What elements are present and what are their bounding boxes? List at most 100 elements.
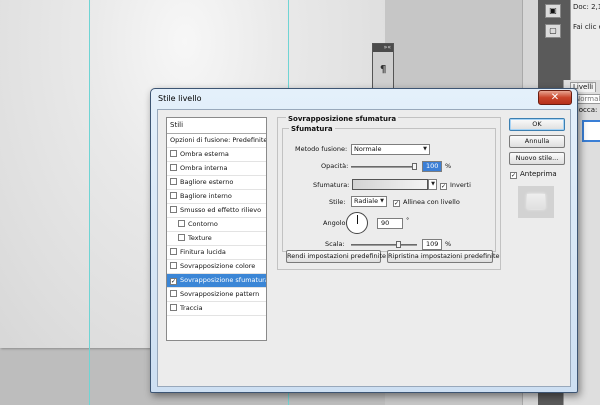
blend-mode-value: Normale (354, 145, 382, 153)
style-list-item-label: Ombra esterna (180, 150, 229, 158)
style-list-item[interactable]: Opzioni di fusione: Predefinite (167, 134, 266, 148)
opacity-unit: % (445, 162, 452, 170)
close-button[interactable]: ✕ (538, 90, 572, 105)
gradient-picker[interactable] (352, 179, 428, 190)
style-list-item[interactable]: Traccia (167, 302, 266, 316)
style-list-item[interactable]: Bagliore interno (167, 190, 266, 204)
style-list-item[interactable]: Ombra esterna (167, 148, 266, 162)
style-checkbox[interactable] (170, 206, 177, 213)
doc-size-text: Doc: 2,1 (573, 3, 600, 11)
guide-line-left[interactable] (89, 0, 90, 405)
preview-swatch (527, 194, 545, 209)
checkbox-box: ✓ (440, 183, 447, 190)
panel-toggle-icon-2[interactable]: ▢ (545, 24, 561, 38)
reset-default-button[interactable]: Ripristina impostazioni predefinite (387, 250, 500, 263)
style-checkbox[interactable] (170, 304, 177, 311)
angle-indicator (357, 215, 358, 224)
group-title: Sovrapposizione sfumatura (286, 115, 399, 123)
gradient-style-select[interactable]: Radiale ▼ (351, 196, 387, 207)
style-checkbox[interactable] (170, 164, 177, 171)
blend-mode-select[interactable]: Normale ▼ (351, 144, 430, 155)
gradient-style-value: Radiale (354, 197, 379, 205)
info-hint-text: Fai clic e (573, 23, 600, 31)
dialog-body: Stili Opzioni di fusione: Predefinite Omb… (157, 109, 571, 387)
style-list-item[interactable]: Texture (167, 232, 266, 246)
style-list-item-label: Traccia (180, 304, 203, 312)
style-list-item[interactable]: Smusso ed effetto rilievo (167, 204, 266, 218)
style-list-item[interactable]: Contorno (167, 218, 266, 232)
opacity-input[interactable]: 100 (422, 161, 442, 172)
style-checkbox[interactable] (170, 178, 177, 185)
checkbox-box: ✓ (393, 200, 400, 207)
style-checkbox[interactable] (170, 192, 177, 199)
scale-label: Scala: (325, 240, 345, 248)
style-checkbox[interactable]: ✓ (170, 278, 177, 285)
gradient-label: Sfumatura: (313, 181, 350, 189)
angle-label: Angolo: (323, 219, 348, 227)
style-preview-thumbnail (518, 186, 554, 218)
style-list-item-label: Sovrapposizione sfumatura (180, 276, 266, 284)
style-list-item-label: Texture (188, 234, 212, 242)
checkbox-box: ✓ (510, 172, 517, 179)
angle-dial[interactable] (346, 212, 368, 234)
style-checkbox[interactable] (178, 234, 185, 241)
style-list-item-label: Opzioni di fusione: Predefinite (170, 136, 266, 144)
styles-list: Stili Opzioni di fusione: Predefinite Omb… (166, 117, 267, 341)
opacity-slider-handle[interactable] (412, 163, 417, 170)
panel-toggle-icon[interactable]: ▣ (545, 4, 561, 18)
style-checkbox[interactable] (170, 290, 177, 297)
style-list-item-label: Sovrapposizione colore (180, 262, 256, 270)
preview-label: Anteprima (520, 170, 557, 178)
style-list-item-label: Bagliore interno (180, 192, 232, 200)
opacity-slider[interactable] (351, 163, 417, 170)
blend-mode-label: Metodo fusione: (295, 145, 348, 153)
cancel-button[interactable]: Annulla (509, 135, 565, 148)
ok-button[interactable]: OK (509, 118, 565, 131)
style-label: Stile: (329, 198, 346, 206)
style-list-item-label: Bagliore esterno (180, 178, 234, 186)
style-list-item[interactable]: ✓ Sovrapposizione sfumatura (167, 274, 266, 288)
scale-input[interactable]: 109 (422, 239, 442, 250)
reverse-label: Inverti (450, 181, 471, 189)
scale-slider[interactable] (351, 241, 417, 248)
style-list-item[interactable]: Finitura lucida (167, 246, 266, 260)
gradient-overlay-group: Sovrapposizione sfumatura Sfumatura Meto… (277, 115, 501, 270)
layer-style-dialog: Stile livello ✕ Stili Opzioni di fusione… (150, 88, 578, 393)
chevron-down-icon: ▼ (423, 146, 427, 152)
make-default-button[interactable]: Rendi impostazioni predefinite (286, 250, 386, 263)
info-panel: Doc: 2,1 Fai clic e (570, 0, 600, 80)
angle-input[interactable]: 90 (377, 218, 403, 229)
style-list-item[interactable]: Ombra interna (167, 162, 266, 176)
style-list-item-label: Ombra interna (180, 164, 228, 172)
style-list-item[interactable]: Sovrapposizione colore (167, 260, 266, 274)
opacity-label: Opacità: (321, 162, 349, 170)
chevron-down-icon: ▼ (431, 181, 435, 187)
style-list-item[interactable]: Bagliore esterno (167, 176, 266, 190)
mini-panel-collapse-icon[interactable]: »« (373, 44, 393, 52)
subgroup-title: Sfumatura (289, 125, 335, 133)
new-style-button[interactable]: Nuovo stile... (509, 152, 565, 165)
style-list-item-label: Contorno (188, 220, 218, 228)
paragraph-icon[interactable]: ¶ (380, 64, 386, 75)
layer-thumbnail[interactable] (582, 120, 600, 142)
scale-slider-handle[interactable] (396, 241, 401, 248)
style-checkbox[interactable] (170, 248, 177, 255)
angle-unit: ° (406, 216, 410, 224)
align-with-layer-checkbox[interactable]: ✓ Allinea con livello (393, 198, 460, 207)
chevron-down-icon: ▼ (380, 198, 384, 204)
style-checkbox[interactable] (178, 220, 185, 227)
style-list-item-label: Sovrapposizione pattern (180, 290, 260, 298)
align-with-layer-label: Allinea con livello (403, 198, 460, 206)
style-list-item-label: Smusso ed effetto rilievo (180, 206, 262, 214)
style-list-item[interactable]: Sovrapposizione pattern (167, 288, 266, 302)
styles-header[interactable]: Stili (167, 118, 266, 134)
style-list-item-label: Finitura lucida (180, 248, 226, 256)
reverse-checkbox[interactable]: ✓ Inverti (440, 181, 471, 190)
style-checkbox[interactable] (170, 262, 177, 269)
dialog-title: Stile livello (158, 94, 202, 103)
preview-checkbox[interactable]: ✓ Anteprima (510, 170, 557, 179)
scale-unit: % (445, 240, 452, 248)
style-checkbox[interactable] (170, 150, 177, 157)
gradient-subgroup: Sfumatura Metodo fusione: Normale ▼ Opac… (282, 125, 496, 252)
gradient-dropdown-button[interactable]: ▼ (428, 179, 437, 190)
